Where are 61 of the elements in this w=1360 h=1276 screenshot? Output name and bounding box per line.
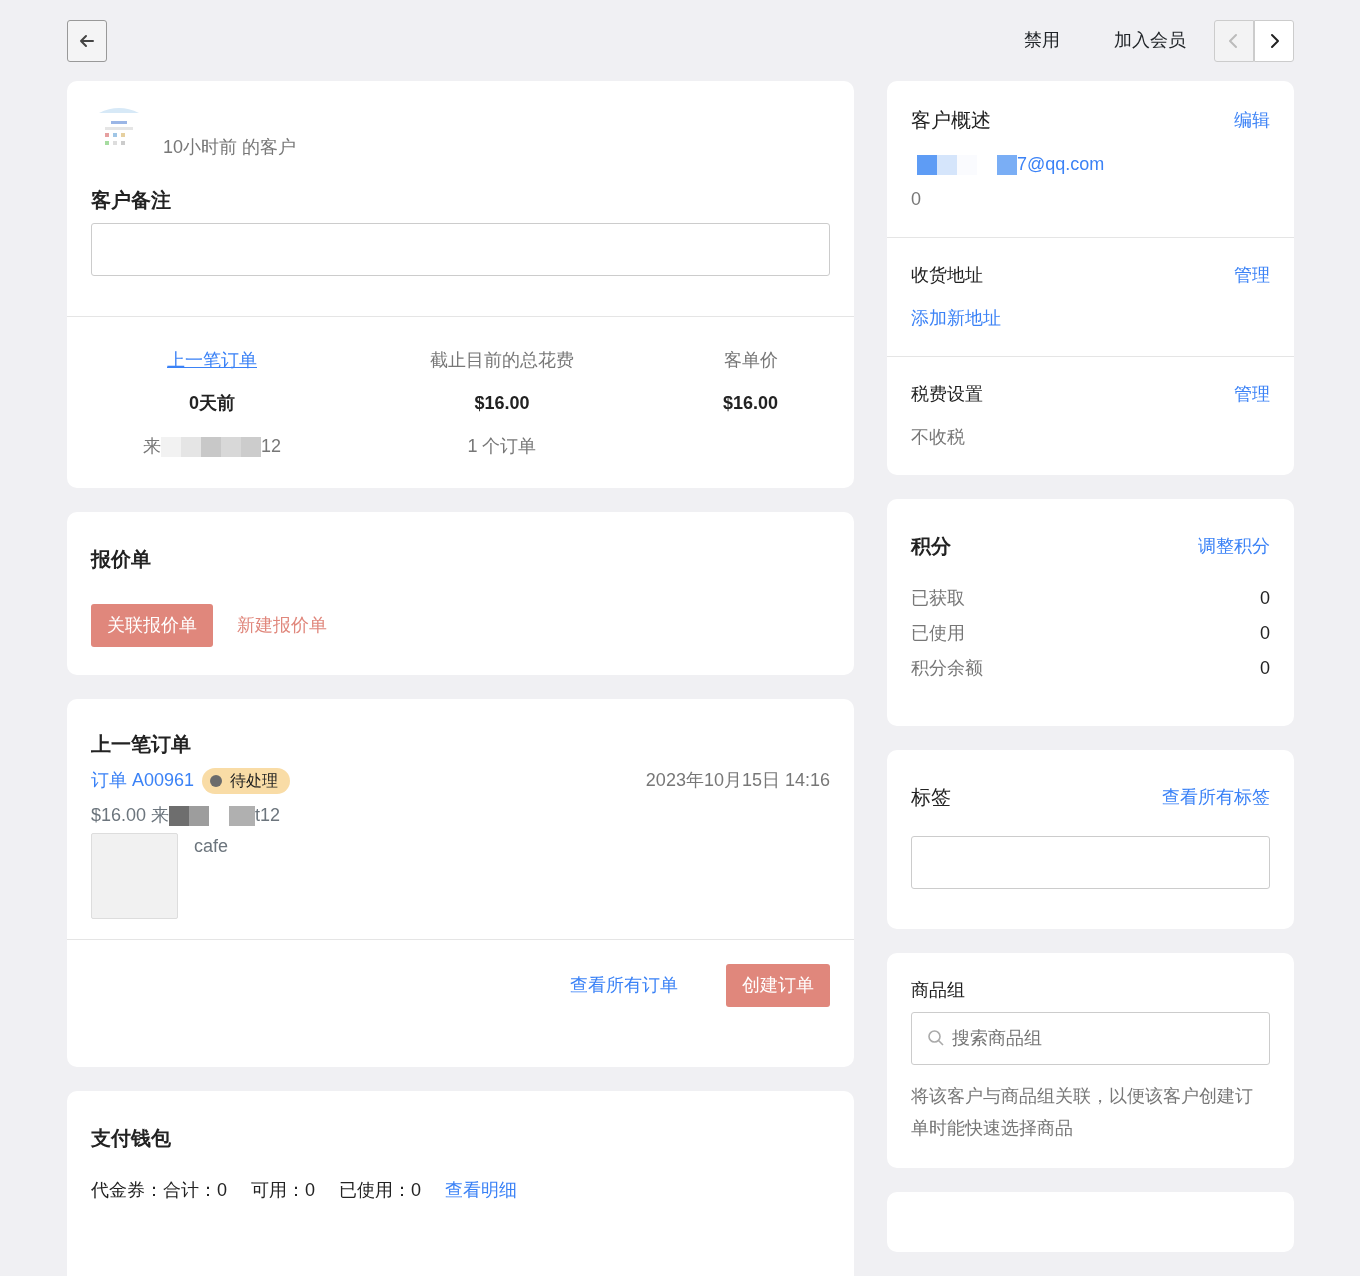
- search-icon: [927, 1029, 945, 1047]
- note-field[interactable]: [91, 223, 830, 276]
- search-field[interactable]: 搜索商品组: [911, 1012, 1270, 1065]
- stat-link[interactable]: 上一笔订单: [167, 347, 257, 374]
- next-button[interactable]: [1254, 19, 1294, 62]
- redacted-block: [997, 154, 1017, 175]
- action-link[interactable]: 禁用: [1024, 27, 1060, 54]
- points-value: 0: [1260, 587, 1270, 610]
- tags-field[interactable]: [911, 836, 1270, 889]
- card-title: 上一笔订单: [91, 732, 192, 757]
- product-name: cafe: [194, 835, 229, 858]
- stat-value: $16.00: [474, 392, 530, 415]
- stat-subtext: 12: [261, 435, 281, 458]
- action-link[interactable]: 管理: [1234, 381, 1270, 408]
- stat-label: 截止目前的总花费: [430, 349, 574, 372]
- section-heading: 商品组: [911, 979, 965, 1002]
- action-link[interactable]: 调整积分: [1198, 532, 1270, 560]
- order-link[interactable]: 订单 A00961: [91, 767, 195, 794]
- voucher-stat: 已使用：0: [339, 1179, 422, 1202]
- order-price: $16.00 来: [91, 804, 170, 827]
- section-heading: 客户备注: [91, 188, 172, 213]
- stat-label: 客单价: [723, 349, 778, 372]
- help-text: 将该客户与商品组关联，以便该客户创建订单时能快速选择商品: [911, 1085, 1254, 1140]
- tax-value: 不收税: [911, 426, 966, 449]
- section-heading: 收货地址: [911, 264, 983, 287]
- points-label: 已获取: [911, 587, 965, 610]
- action-link[interactable]: 管理: [1234, 262, 1270, 289]
- voucher-stat: 代金券：合计：0: [91, 1179, 227, 1202]
- customer-since-text: 10小时前 的客户: [163, 136, 297, 159]
- back-button[interactable]: [67, 19, 107, 62]
- add-address-link[interactable]: 添加新地址: [911, 305, 1001, 332]
- voucher-stat: 可用：0: [251, 1179, 316, 1202]
- order-price: t12: [255, 804, 281, 827]
- points-label: 已使用: [911, 622, 965, 645]
- create-order-button[interactable]: 创建订单: [726, 964, 830, 1007]
- stat-subtext: 1 个订单: [467, 435, 537, 458]
- details-link[interactable]: 查看明细: [445, 1177, 518, 1204]
- redacted-block: [169, 805, 210, 826]
- new-quote-link[interactable]: 新建报价单: [237, 612, 327, 639]
- stat-subtext: 来: [143, 435, 161, 458]
- section-heading: 积分: [911, 534, 951, 559]
- section-heading: 标签: [911, 785, 951, 810]
- action-link[interactable]: 编辑: [1234, 106, 1270, 134]
- redacted-block: [917, 154, 977, 175]
- order-date: 2023年10月15日 14:16: [645, 769, 830, 792]
- points-value: 0: [1260, 622, 1270, 645]
- redacted-block: [229, 805, 256, 826]
- points-label: 积分余额: [911, 657, 983, 680]
- action-link[interactable]: 查看所有标签: [1162, 783, 1270, 811]
- card-title: 报价单: [91, 547, 152, 572]
- stat-value: $16.00: [722, 392, 779, 415]
- order-count: 0: [911, 188, 922, 211]
- points-value: 0: [1260, 657, 1270, 680]
- section-heading: 税费设置: [911, 383, 983, 406]
- card-title: 客户概述: [911, 108, 991, 133]
- stat-value: 0天前: [189, 392, 235, 415]
- action-link[interactable]: 加入会员: [1114, 27, 1186, 54]
- status-badge: 待处理: [202, 767, 291, 794]
- card-title: 支付钱包: [91, 1126, 172, 1151]
- all-orders-link[interactable]: 查看所有订单: [570, 972, 678, 999]
- link-quote-button[interactable]: 关联报价单: [91, 604, 213, 647]
